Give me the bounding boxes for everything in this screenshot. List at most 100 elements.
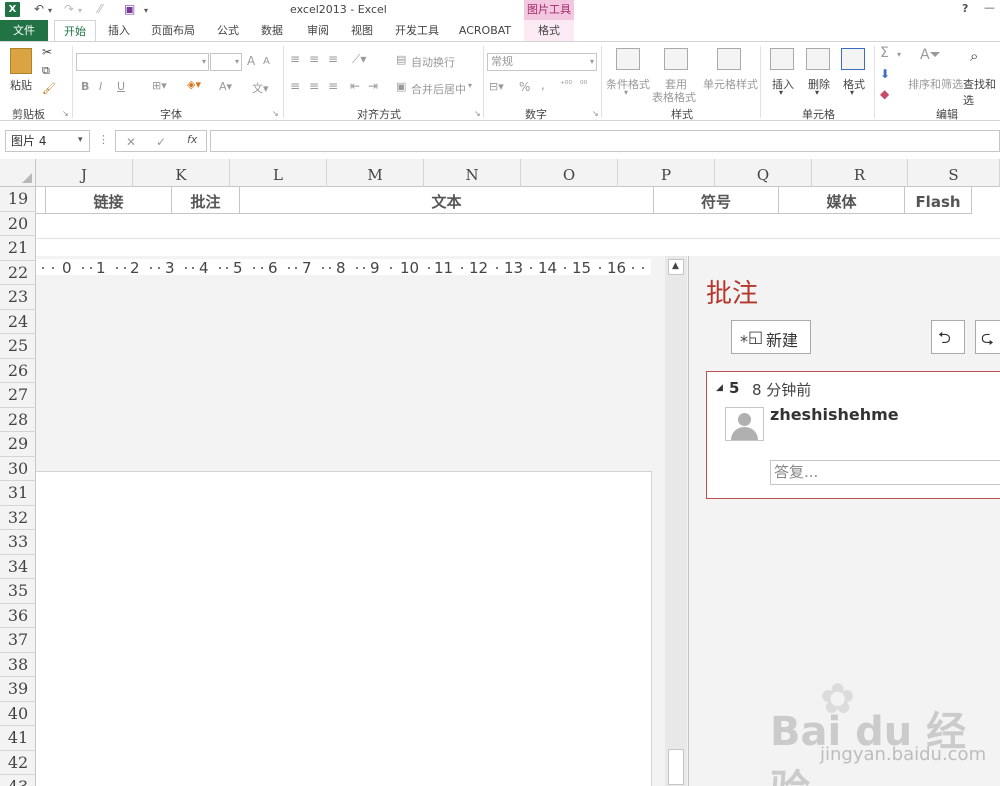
format-dropdown-icon[interactable]: ▾	[850, 88, 854, 97]
row-header-42[interactable]: 42	[0, 751, 36, 775]
row-header-26[interactable]: 26	[0, 359, 36, 383]
formula-input[interactable]	[210, 130, 1000, 152]
align-bottom-icon[interactable]: ≡	[328, 52, 338, 66]
table-format-icon[interactable]	[664, 48, 688, 70]
fill-color-icon[interactable]: ◈▾	[187, 78, 201, 91]
row-header-37[interactable]: 37	[0, 628, 36, 653]
column-header-k[interactable]: K	[133, 159, 230, 187]
find-select-icon[interactable]: ⌕	[970, 47, 978, 65]
clear-icon[interactable]: ◆	[880, 87, 889, 101]
clipboard-launcher-icon[interactable]: ↘	[62, 109, 69, 118]
underline-button[interactable]: U	[117, 80, 125, 93]
scroll-thumb[interactable]	[668, 749, 684, 785]
row-header-27[interactable]: 27	[0, 383, 36, 408]
borders-icon[interactable]: ⊞▾	[152, 79, 167, 92]
align-right-icon[interactable]: ≡	[328, 79, 338, 93]
row-header-25[interactable]: 25	[0, 334, 36, 359]
cell-comment[interactable]: 批注	[172, 187, 240, 214]
comma-button[interactable]: ,	[541, 78, 545, 92]
align-center-icon[interactable]: ≡	[309, 79, 319, 93]
tab-developer[interactable]: 开发工具	[388, 20, 446, 41]
tab-format[interactable]: 格式	[524, 20, 574, 41]
row-header-24[interactable]: 24	[0, 310, 36, 334]
column-header-s[interactable]: S	[908, 159, 1000, 187]
find-select-button[interactable]: 查找和选	[963, 76, 1000, 108]
copy-icon[interactable]: ⧉	[42, 64, 50, 78]
column-header-o[interactable]: O	[521, 159, 618, 187]
row-header-32[interactable]: 32	[0, 506, 36, 530]
fill-icon[interactable]: ⬇	[880, 67, 890, 81]
tab-acrobat[interactable]: ACROBAT	[454, 20, 516, 41]
table-format-button-line2[interactable]: 表格格式	[652, 89, 696, 105]
cut-icon[interactable]: ✂	[42, 45, 52, 59]
row-header-38[interactable]: 38	[0, 653, 36, 677]
increase-indent-icon[interactable]: ⇥	[368, 79, 378, 93]
row-header-22[interactable]: 22	[0, 261, 36, 285]
column-header-j[interactable]: J	[36, 159, 133, 187]
font-name-combo[interactable]: ▾	[76, 53, 209, 71]
align-left-icon[interactable]: ≡	[290, 79, 300, 93]
row-header-39[interactable]: 39	[0, 677, 36, 702]
row-header-30[interactable]: 30	[0, 457, 36, 481]
format-painter-quick-icon[interactable]: ⁄⁄	[98, 2, 102, 16]
insert-dropdown-icon[interactable]: ▾	[779, 88, 783, 97]
insert-function-icon[interactable]: fx	[187, 133, 197, 146]
customize-qat-icon[interactable]: ▾	[144, 6, 148, 15]
merge-dropdown-icon[interactable]: ▾	[468, 81, 472, 90]
help-icon[interactable]: ?	[962, 2, 968, 15]
merge-center-button[interactable]: 合并后居中	[411, 81, 466, 97]
column-header-r[interactable]: R	[812, 159, 908, 187]
shrink-font-button[interactable]: A	[263, 56, 270, 67]
ribbon-display-icon[interactable]: —	[984, 1, 995, 14]
format-cells-icon[interactable]	[841, 48, 865, 70]
enter-icon[interactable]: ✓	[156, 135, 166, 149]
conditional-format-icon[interactable]	[616, 48, 640, 70]
undo-dropdown-icon[interactable]: ▾	[48, 6, 52, 15]
orientation-icon[interactable]: ⟋▾	[352, 52, 366, 67]
collapse-thread-icon[interactable]: ◢	[716, 383, 723, 393]
wrap-text-icon[interactable]: ▤	[396, 53, 406, 66]
increase-decimal-icon[interactable]: ⁺⁰⁰	[560, 80, 572, 90]
font-launcher-icon[interactable]: ↘	[272, 109, 279, 118]
row-header-29[interactable]: 29	[0, 432, 36, 457]
row-header-23[interactable]: 23	[0, 285, 36, 310]
cell-symbol[interactable]: 符号	[654, 187, 779, 214]
autosum-dropdown-icon[interactable]: ▾	[897, 50, 901, 59]
column-header-m[interactable]: M	[327, 159, 424, 187]
decrease-indent-icon[interactable]: ⇤	[350, 79, 360, 93]
cell-styles-icon[interactable]	[717, 48, 741, 70]
reply-input[interactable]: 答复...	[770, 460, 1000, 485]
column-header-n[interactable]: N	[424, 159, 521, 187]
percent-button[interactable]: %	[519, 80, 530, 94]
undo-icon[interactable]: ↶	[34, 2, 44, 16]
paste-icon[interactable]	[10, 48, 32, 74]
redo-icon[interactable]: ↷	[64, 2, 74, 16]
font-size-combo[interactable]: ▾	[210, 53, 242, 71]
cell-media[interactable]: 媒体	[779, 187, 905, 214]
column-header-q[interactable]: Q	[715, 159, 812, 187]
number-format-combo[interactable]: 常规 ▾	[487, 53, 597, 71]
object-vertical-scrollbar[interactable]	[665, 256, 687, 786]
insert-cells-icon[interactable]	[770, 48, 794, 70]
tab-insert[interactable]: 插入	[100, 20, 138, 41]
conditional-format-dropdown-icon[interactable]: ▾	[624, 88, 628, 97]
decrease-decimal-icon[interactable]: ⁰⁰	[580, 80, 587, 90]
delete-dropdown-icon[interactable]: ▾	[815, 88, 819, 97]
grow-font-button[interactable]: A	[247, 54, 255, 68]
row-header-21[interactable]: 21	[0, 236, 36, 261]
tab-view[interactable]: 视图	[343, 20, 381, 41]
tab-file[interactable]: 文件	[0, 20, 48, 41]
italic-button[interactable]: I	[99, 80, 102, 93]
currency-icon[interactable]: ⊟▾	[489, 80, 504, 93]
row-header-41[interactable]: 41	[0, 726, 36, 751]
row-header-40[interactable]: 40	[0, 702, 36, 726]
tab-review[interactable]: 审阅	[298, 20, 338, 41]
bold-button[interactable]: B	[81, 80, 89, 93]
row-header-33[interactable]: 33	[0, 530, 36, 555]
cancel-icon[interactable]: ✕	[126, 135, 136, 149]
tab-formulas[interactable]: 公式	[208, 20, 248, 41]
sort-filter-button[interactable]: 排序和筛选	[908, 76, 963, 92]
cell-text[interactable]: 文本	[240, 187, 654, 214]
column-header-p[interactable]: P	[618, 159, 715, 187]
align-middle-icon[interactable]: ≡	[309, 52, 319, 66]
